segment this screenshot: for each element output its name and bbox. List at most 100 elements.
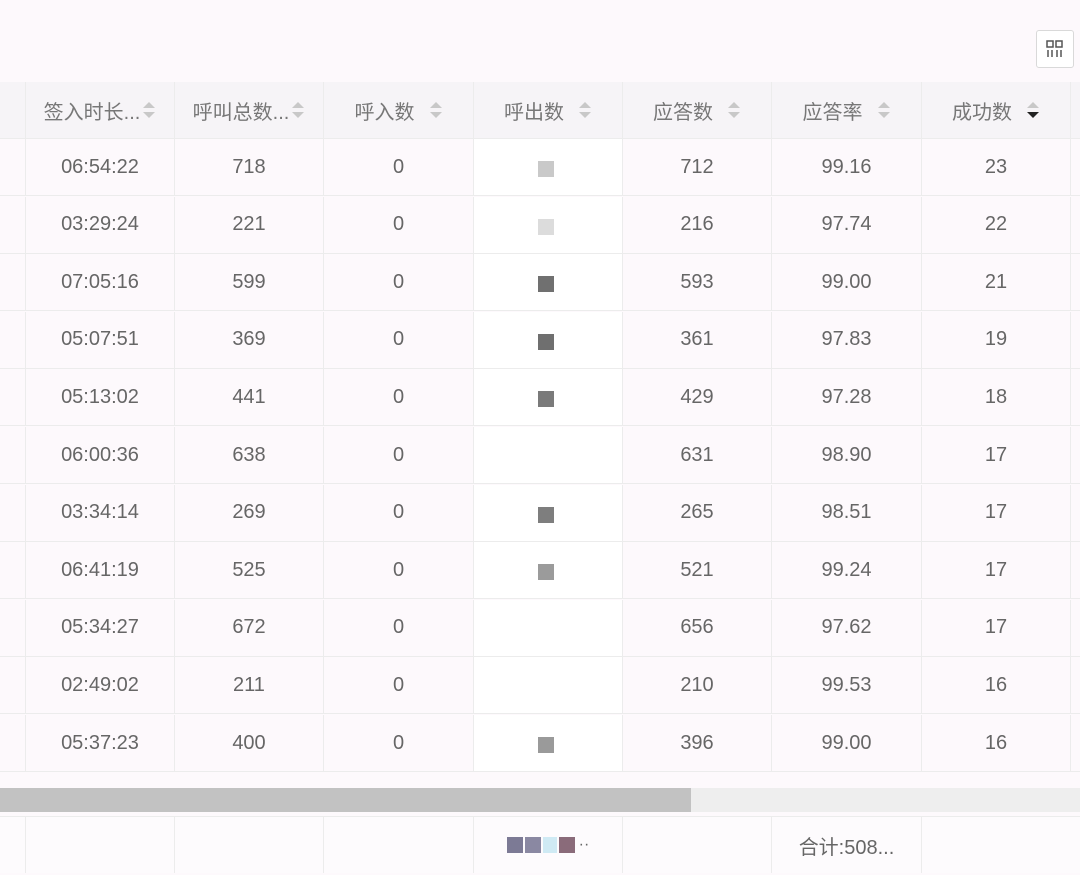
table-row[interactable]: 06:54:22 718 0 712 99.16 23	[0, 139, 1080, 196]
cell-checkin-duration: 05:07:51	[25, 311, 174, 368]
table-header-row: 签入时长... 呼叫总数... 呼入数 呼出数 应答数 应答率 成功数	[0, 82, 1080, 139]
summary-cell	[921, 817, 1070, 873]
table-row[interactable]: 05:37:23 400 0 396 99.00 16	[0, 715, 1080, 772]
sort-descending-icon[interactable]	[1026, 100, 1040, 120]
cell-checkin-duration: 05:37:23	[25, 715, 174, 771]
summary-cell	[25, 817, 174, 873]
redacted-pixel	[538, 276, 554, 293]
table-row[interactable]: 03:29:24 221 0 216 97.74 22	[0, 196, 1080, 254]
cell-success: 23	[921, 139, 1070, 195]
cell-outbound-redacted	[473, 369, 622, 426]
cell-clipped	[1070, 311, 1080, 368]
summary-total: 合计:508...	[771, 817, 921, 873]
cell-answer-rate: 97.28	[771, 369, 921, 426]
cell-clipped	[1070, 715, 1080, 771]
cell-clipped	[0, 312, 25, 368]
cell-clipped	[0, 254, 25, 310]
header-outbound[interactable]: 呼出数	[473, 82, 622, 138]
cell-clipped	[1070, 657, 1080, 714]
summary-cell	[622, 817, 771, 873]
cell-answer-rate: 97.74	[771, 196, 921, 253]
table-row[interactable]: 02:49:02 211 0 210 99.53 16	[0, 657, 1080, 715]
cell-total-calls: 211	[174, 657, 323, 714]
summary-cell-outbound-redacted: ··	[473, 817, 622, 873]
redacted-pixel	[558, 837, 575, 853]
header-checkin-duration[interactable]: 签入时长...	[25, 82, 174, 138]
header-answered[interactable]: 应答数	[622, 82, 771, 138]
table-row[interactable]: 05:34:27 672 0 656 97.62 17	[0, 599, 1080, 657]
cell-answer-rate: 99.00	[771, 254, 921, 311]
header-total-calls[interactable]: 呼叫总数...	[174, 82, 323, 138]
cell-inbound: 0	[323, 139, 473, 195]
cell-checkin-duration: 05:13:02	[25, 369, 174, 426]
cell-clipped	[0, 197, 25, 253]
cell-inbound: 0	[323, 369, 473, 426]
redacted-pixel	[538, 564, 554, 581]
cell-answered: 631	[622, 427, 771, 483]
cell-total-calls: 369	[174, 311, 323, 368]
cell-inbound: 0	[323, 599, 473, 656]
summary-cell	[174, 817, 323, 873]
cell-inbound: 0	[323, 254, 473, 311]
header-answer-rate[interactable]: 应答率	[771, 82, 921, 138]
cell-inbound: 0	[323, 542, 473, 599]
cell-checkin-duration: 05:34:27	[25, 599, 174, 656]
header-label: 呼出数	[504, 101, 564, 124]
cell-clipped	[1070, 196, 1080, 253]
cell-answered: 429	[622, 369, 771, 426]
cell-success: 17	[921, 542, 1070, 599]
cell-total-calls: 672	[174, 599, 323, 656]
cell-clipped	[1070, 254, 1080, 311]
redacted-pixel	[538, 333, 554, 350]
sort-icon[interactable]	[578, 100, 592, 120]
cell-answer-rate: 99.00	[771, 715, 921, 771]
redacted-pixel	[538, 506, 554, 523]
table-row[interactable]: 03:34:14 269 0 265 98.51 17	[0, 484, 1080, 542]
cell-inbound: 0	[323, 196, 473, 253]
cell-success: 19	[921, 311, 1070, 368]
cell-checkin-duration: 07:05:16	[25, 254, 174, 311]
table-row[interactable]: 05:07:51 369 0 361 97.83 19	[0, 311, 1080, 369]
cell-outbound-redacted	[473, 427, 622, 483]
table-row[interactable]: 06:41:19 525 0 521 99.24 17	[0, 542, 1080, 600]
horizontal-scrollbar-thumb[interactable]	[0, 788, 692, 812]
table-row[interactable]: 07:05:16 599 0 593 99.00 21	[0, 254, 1080, 312]
cell-success: 16	[921, 657, 1070, 714]
column-settings-button[interactable]	[1036, 30, 1074, 68]
header-label: 应答率	[802, 101, 863, 124]
cell-clipped	[0, 427, 25, 483]
cell-clipped	[0, 657, 25, 713]
header-inbound[interactable]: 呼入数	[323, 82, 473, 138]
cell-inbound: 0	[323, 427, 473, 483]
sort-icon[interactable]	[142, 100, 156, 120]
table-row[interactable]: 06:00:36 638 0 631 98.90 17	[0, 427, 1080, 484]
cell-total-calls: 525	[174, 542, 323, 599]
header-label: 签入时长...	[43, 101, 141, 124]
sort-icon[interactable]	[429, 100, 443, 120]
cell-success: 17	[921, 599, 1070, 656]
cell-answered: 210	[622, 657, 771, 714]
cell-answer-rate: 99.24	[771, 542, 921, 599]
cell-answered: 216	[622, 196, 771, 253]
cell-outbound-redacted	[473, 599, 622, 656]
table-row[interactable]: 05:13:02 441 0 429 97.28 18	[0, 369, 1080, 427]
cell-answer-rate: 97.83	[771, 311, 921, 368]
cell-outbound-redacted	[473, 657, 622, 714]
cell-outbound-redacted	[473, 139, 622, 195]
cell-total-calls: 718	[174, 139, 323, 195]
cell-checkin-duration: 06:41:19	[25, 542, 174, 599]
cell-checkin-duration: 06:00:36	[25, 427, 174, 483]
sort-icon[interactable]	[727, 100, 741, 120]
cell-answered: 521	[622, 542, 771, 599]
cell-answer-rate: 99.16	[771, 139, 921, 195]
header-success[interactable]: 成功数	[921, 82, 1070, 138]
redacted-pixel	[524, 837, 541, 853]
cell-answered: 396	[622, 715, 771, 771]
cell-checkin-duration: 03:34:14	[25, 484, 174, 541]
redacted-pixel	[538, 161, 554, 177]
cell-total-calls: 441	[174, 369, 323, 426]
cell-total-calls: 599	[174, 254, 323, 311]
cell-total-calls: 638	[174, 427, 323, 483]
sort-icon[interactable]	[877, 100, 891, 120]
sort-icon[interactable]	[291, 100, 305, 120]
